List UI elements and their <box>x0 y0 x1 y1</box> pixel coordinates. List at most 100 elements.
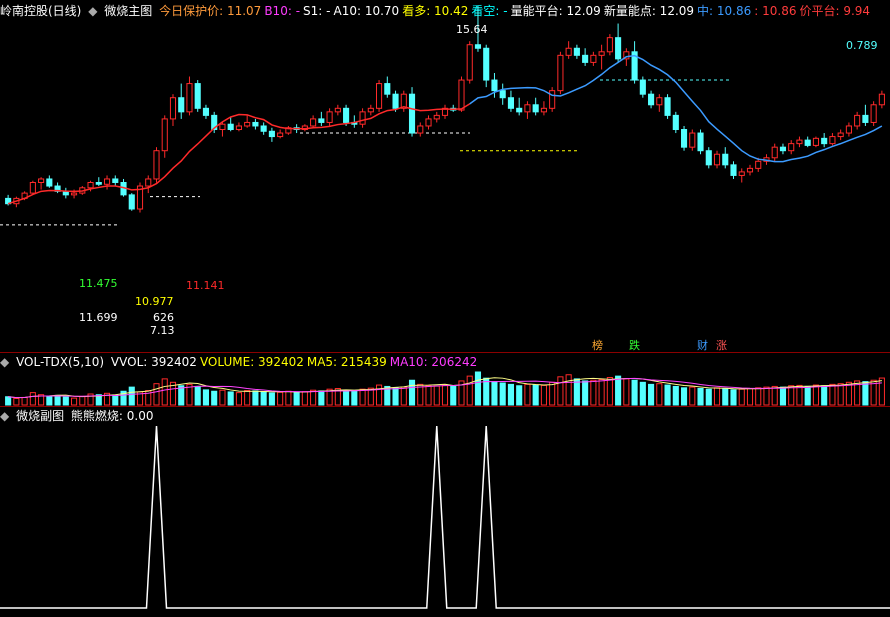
volume-bar <box>771 385 778 406</box>
candle-body <box>730 164 737 176</box>
volume-bar <box>310 389 317 406</box>
volume-bar <box>639 381 646 406</box>
candle-body <box>648 93 655 106</box>
candle-body <box>310 118 317 127</box>
volume-bar <box>277 391 284 406</box>
volume-bar <box>524 383 531 406</box>
volume-bar <box>738 388 745 406</box>
volume-bar <box>194 385 201 406</box>
candle-body <box>466 44 473 81</box>
candle-body <box>738 171 745 176</box>
volume-bar <box>672 385 679 406</box>
volume-bar <box>689 386 696 406</box>
candle-body <box>680 129 688 148</box>
ma-line-red <box>7 103 471 205</box>
candle-body <box>202 107 210 116</box>
volume-bar <box>705 388 712 406</box>
tag-die: 跌 <box>629 339 640 352</box>
volume-bar <box>788 385 795 406</box>
volume-bar <box>499 382 506 406</box>
volume-bar <box>648 383 655 406</box>
candle-body <box>507 97 514 109</box>
tag-bang: 榜 <box>592 339 603 352</box>
candle-body <box>367 107 374 113</box>
candle-body <box>491 79 498 92</box>
volume-bar <box>878 377 885 406</box>
volume-bar <box>450 385 457 406</box>
volume-bar <box>722 388 729 406</box>
volume-bar <box>441 384 449 406</box>
volume-bar <box>376 384 383 406</box>
candle-body <box>582 54 589 63</box>
candle-body <box>87 182 94 189</box>
candle-body <box>664 97 671 116</box>
price-label-626: 626 <box>153 311 174 324</box>
candle-body <box>408 93 416 134</box>
candle-body <box>71 192 78 196</box>
candle-body <box>870 104 877 123</box>
candle-body <box>615 37 622 60</box>
volume-bar <box>549 381 556 406</box>
volume-bar <box>46 395 53 406</box>
candle-body <box>804 139 811 146</box>
candle-body <box>796 139 803 145</box>
volume-bar <box>285 390 292 406</box>
candle-body <box>598 51 605 56</box>
candle-body <box>639 79 646 95</box>
candle-body <box>194 83 201 109</box>
candle-body <box>812 137 819 146</box>
candle-body <box>318 118 325 123</box>
volume-bar <box>392 387 399 406</box>
volume-bar <box>590 379 597 406</box>
candle-body <box>573 47 580 56</box>
volume-bar <box>252 390 259 406</box>
volume-bar <box>606 377 613 406</box>
volume-bar <box>804 385 811 406</box>
volume-bar <box>540 384 547 406</box>
volume-bar <box>565 374 572 406</box>
volume-bar <box>211 390 218 406</box>
volume-bar <box>301 391 308 406</box>
candle-body <box>854 114 861 127</box>
candle-body <box>326 111 333 123</box>
volume-bar <box>557 376 564 406</box>
candle-body <box>837 132 844 138</box>
volume-bar <box>631 379 638 406</box>
price-label-red: 11.141 <box>186 279 225 292</box>
candle-body <box>532 104 539 113</box>
volume-bar <box>128 386 135 406</box>
candle-body <box>252 121 259 127</box>
volume-bar <box>153 383 160 406</box>
price-label-low: 7.13 <box>150 324 175 337</box>
candle-body <box>590 54 597 63</box>
volume-bar <box>21 396 28 406</box>
volume-bar <box>343 390 350 406</box>
volume-bar <box>408 379 416 406</box>
volume-bar <box>244 390 251 406</box>
candle-body <box>540 107 547 113</box>
candle-body <box>845 125 852 134</box>
volume-bar <box>235 392 242 406</box>
volume-bar <box>713 387 721 406</box>
volume-bar <box>812 384 819 406</box>
candle-body <box>829 136 836 145</box>
volume-bar <box>507 383 514 406</box>
volume-bar <box>351 390 358 406</box>
candle-body <box>788 143 795 152</box>
candle-body <box>219 123 226 131</box>
candle-body <box>29 182 36 194</box>
price-label-white: 11.699 <box>79 311 118 324</box>
candle-body <box>713 153 721 166</box>
volume-bar <box>491 381 498 406</box>
candle-body <box>260 125 267 132</box>
candle-body <box>244 121 251 127</box>
candle-body <box>697 132 704 152</box>
candle-body <box>46 178 53 187</box>
candle-body <box>771 146 778 159</box>
chart-canvas[interactable] <box>0 0 890 617</box>
volume-bar <box>219 389 226 406</box>
volume-bar <box>532 384 539 406</box>
volume-bar <box>598 379 605 406</box>
volume-bar <box>29 392 36 406</box>
candle-body <box>705 150 712 166</box>
